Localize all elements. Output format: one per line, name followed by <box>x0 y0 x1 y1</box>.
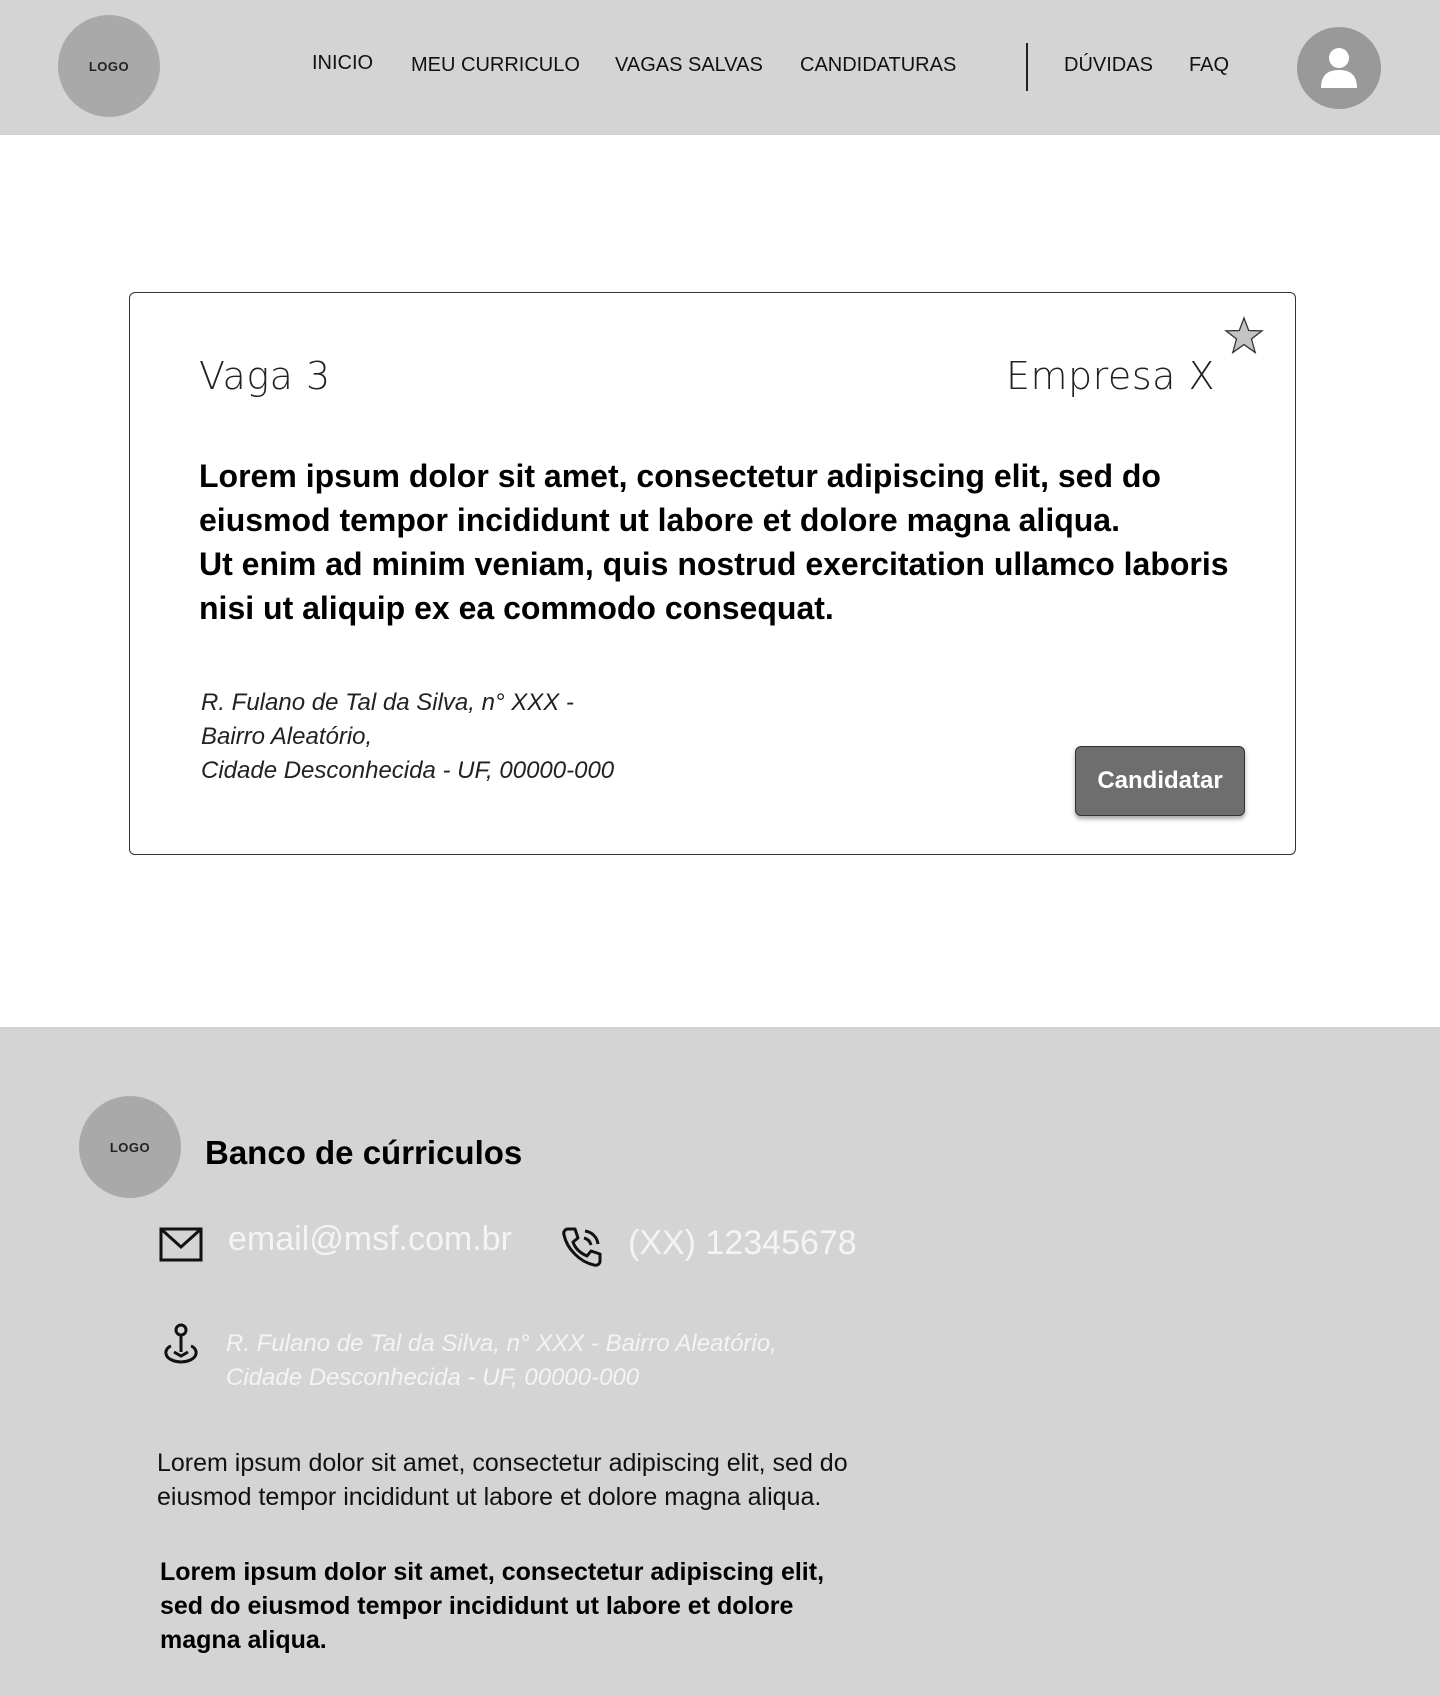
footer-address: R. Fulano de Tal da Silva, n° XXX - Bair… <box>226 1327 777 1395</box>
user-avatar[interactable] <box>1297 27 1381 109</box>
header-logo[interactable]: LOGO <box>58 15 160 117</box>
nav-candidaturas[interactable]: CANDIDATURAS <box>800 54 956 77</box>
job-address-line: Bairro Aleatório, <box>201 723 373 750</box>
nav-duvidas[interactable]: DÚVIDAS <box>1064 54 1153 77</box>
nav-meu-curriculo[interactable]: MEU CURRICULO <box>411 54 580 77</box>
location-icon <box>164 1323 198 1364</box>
top-navbar: LOGO INICIO MEU CURRICULO VAGAS SALVAS C… <box>0 0 1440 135</box>
footer-phone: (XX) 12345678 <box>628 1224 857 1262</box>
nav-divider <box>1026 43 1028 91</box>
job-address: R. Fulano de Tal da Silva, n° XXX - Bair… <box>201 686 614 788</box>
job-description: Lorem ipsum dolor sit amet, consectetur … <box>199 454 1279 630</box>
nav-vagas-salvas[interactable]: VAGAS SALVAS <box>615 54 763 77</box>
job-description-paragraph: Lorem ipsum dolor sit amet, consectetur … <box>199 458 1161 538</box>
footer-logo[interactable]: LOGO <box>79 1096 181 1198</box>
user-icon <box>1321 48 1357 88</box>
mail-icon <box>159 1227 203 1262</box>
footer-email[interactable]: email@msf.com.br <box>228 1220 512 1259</box>
footer-text-bold: Lorem ipsum dolor sit amet, consectetur … <box>160 1558 825 1654</box>
star-icon[interactable] <box>1224 316 1264 356</box>
footer-address-line: Cidade Desconhecida - UF, 00000-000 <box>226 1364 640 1391</box>
phone-icon <box>562 1227 602 1267</box>
footer-text: Lorem ipsum dolor sit amet, consectetur … <box>157 1449 848 1511</box>
job-address-line: R. Fulano de Tal da Silva, n° XXX - <box>201 689 574 716</box>
nav-inicio[interactable]: INICIO <box>312 52 373 75</box>
nav-faq[interactable]: FAQ <box>1189 54 1229 77</box>
job-address-line: Cidade Desconhecida - UF, 00000-000 <box>201 757 615 784</box>
job-description-paragraph: Ut enim ad minim veniam, quis nostrud ex… <box>199 546 1229 626</box>
job-company: Empresa X <box>1006 354 1216 398</box>
footer-brand-name: Banco de cúrriculos <box>205 1134 523 1171</box>
apply-button[interactable]: Candidatar <box>1075 746 1245 816</box>
footer-address-line: R. Fulano de Tal da Silva, n° XXX - Bair… <box>226 1330 777 1357</box>
job-title: Vaga 3 <box>199 354 331 398</box>
